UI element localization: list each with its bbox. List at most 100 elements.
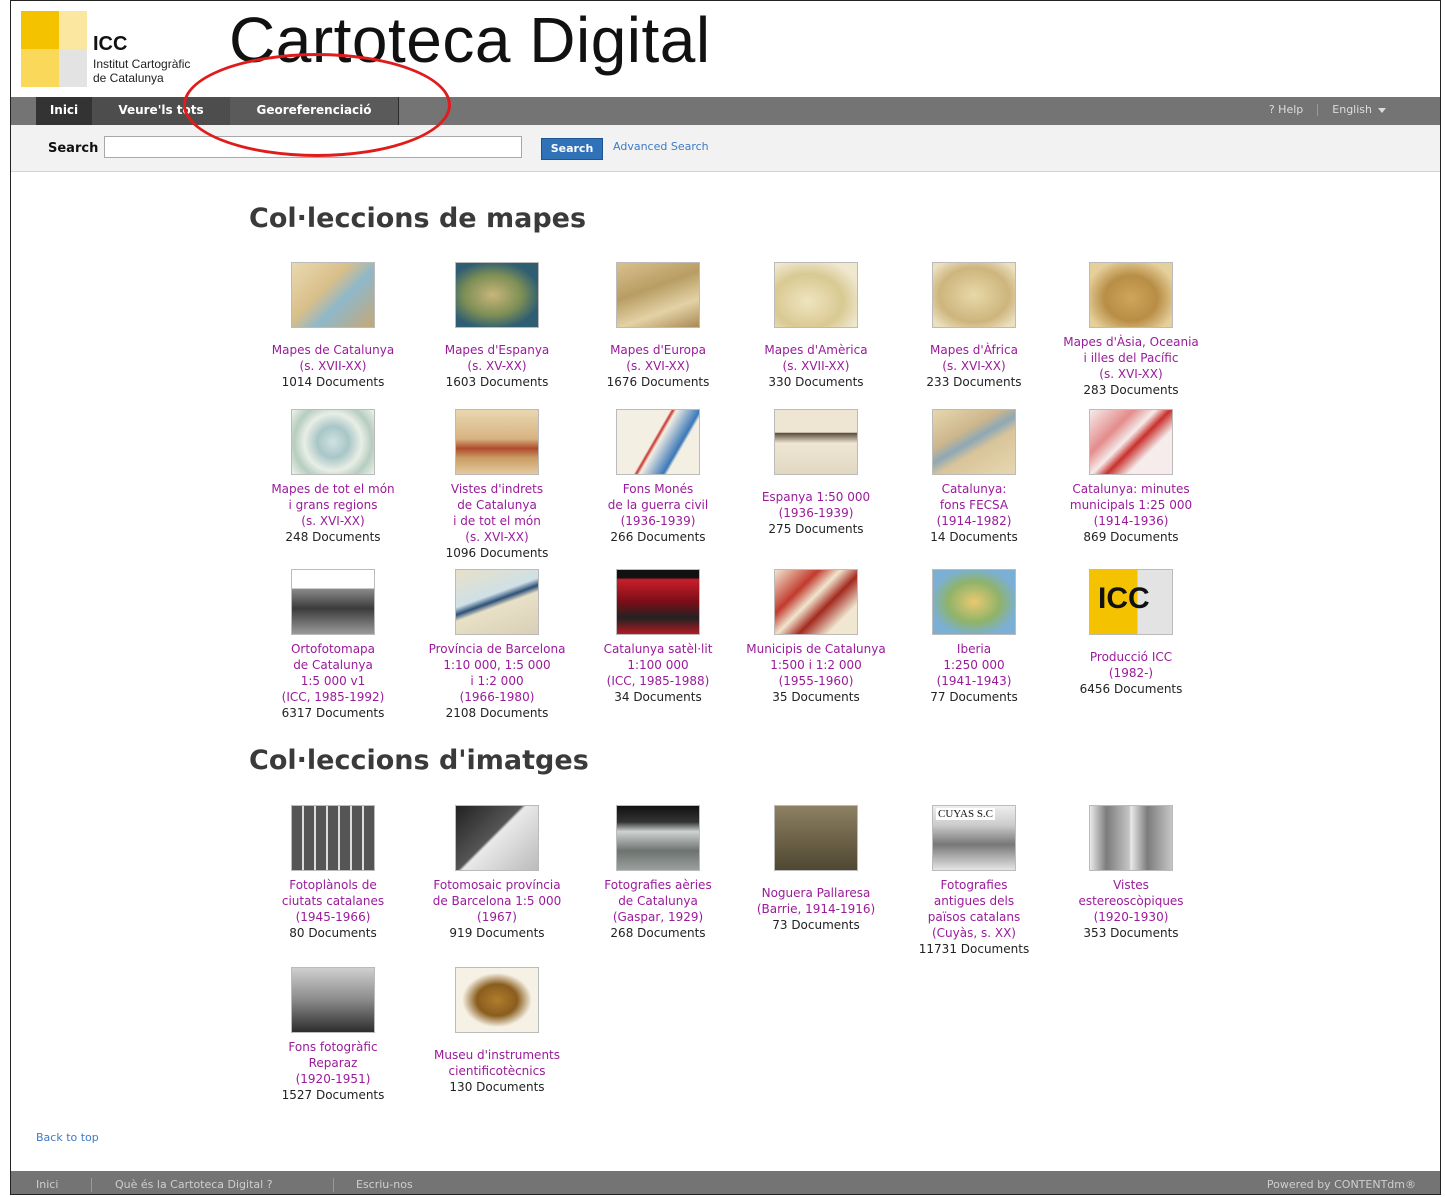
collection-thumbnail[interactable]: ICC xyxy=(1089,569,1173,635)
footer-link-inici[interactable]: Inici xyxy=(36,1171,58,1194)
collection-title-line[interactable]: Museu d'instruments xyxy=(407,1047,587,1063)
collection-title-line[interactable]: (Cuyàs, s. XX) xyxy=(884,925,1064,941)
collection-thumbnail[interactable]: CUYAS S.C xyxy=(932,805,1016,871)
collection-title-line[interactable]: (1914-1936) xyxy=(1041,513,1221,529)
collection-title-line[interactable]: antigues dels xyxy=(884,893,1064,909)
collection-title-line[interactable]: (1967) xyxy=(407,909,587,925)
collection-title-line[interactable]: (1982-) xyxy=(1041,665,1221,681)
collection-title-line[interactable]: ciutats catalanes xyxy=(243,893,423,909)
collection-title-line[interactable]: Producció ICC xyxy=(1041,649,1221,665)
collection-title-line[interactable]: (s. XVI-XX) xyxy=(407,529,587,545)
collection-title-line[interactable]: (1936-1939) xyxy=(568,513,748,529)
collection-title-line[interactable]: Fotoplànols de xyxy=(243,877,423,893)
collection-title-line[interactable]: (Barrie, 1914-1916) xyxy=(726,901,906,917)
search-button[interactable]: Search xyxy=(541,138,603,160)
collection-title-line[interactable]: 1:250 000 xyxy=(884,657,1064,673)
collection-title-line[interactable]: i grans regions xyxy=(243,497,423,513)
collection-title-line[interactable]: Municipis de Catalunya xyxy=(726,641,906,657)
collection-thumbnail[interactable] xyxy=(291,967,375,1033)
collection-thumbnail[interactable] xyxy=(932,262,1016,328)
collection-thumbnail[interactable] xyxy=(455,569,539,635)
collection-thumbnail[interactable] xyxy=(774,409,858,475)
collection-title-line[interactable]: 1:10 000, 1:5 000 xyxy=(407,657,587,673)
tab-inici[interactable]: Inici xyxy=(36,97,92,125)
collection-title-line[interactable]: (1966-1980) xyxy=(407,689,587,705)
collection-title-line[interactable]: Mapes d'Àsia, Oceania xyxy=(1041,334,1221,350)
collection-title-line[interactable]: municipals 1:25 000 xyxy=(1041,497,1221,513)
collection-title-line[interactable]: (1914-1982) xyxy=(884,513,1064,529)
collection-title-line[interactable]: de Catalunya xyxy=(407,497,587,513)
collection-title-line[interactable]: Ortofotomapa xyxy=(243,641,423,657)
collection-title-line[interactable]: i de tot el món xyxy=(407,513,587,529)
collection-thumbnail[interactable] xyxy=(291,409,375,475)
collection-title-line[interactable]: Mapes de tot el món xyxy=(243,481,423,497)
collection-title-line[interactable]: (1955-1960) xyxy=(726,673,906,689)
collection-title-line[interactable]: (1945-1966) xyxy=(243,909,423,925)
collection-thumbnail[interactable] xyxy=(455,409,539,475)
collection-title-line[interactable]: (s. XVI-XX) xyxy=(884,358,1064,374)
collection-title-line[interactable]: (s. XVI-XX) xyxy=(1041,366,1221,382)
footer-link-escriu-nos[interactable]: Escriu-nos xyxy=(356,1171,413,1194)
collection-thumbnail[interactable] xyxy=(616,262,700,328)
back-to-top-link[interactable]: Back to top xyxy=(36,1131,99,1144)
collection-title-line[interactable]: Mapes d'Espanya xyxy=(407,342,587,358)
collection-title-line[interactable]: Mapes de Catalunya xyxy=(243,342,423,358)
collection-title-line[interactable]: Noguera Pallaresa xyxy=(726,885,906,901)
footer-link-que-es[interactable]: Què és la Cartoteca Digital ? xyxy=(115,1171,273,1194)
collection-title-line[interactable]: Iberia xyxy=(884,641,1064,657)
collection-thumbnail[interactable] xyxy=(932,569,1016,635)
collection-title-line[interactable]: Mapes d'Àfrica xyxy=(884,342,1064,358)
language-select[interactable]: English xyxy=(1332,103,1386,116)
collection-thumbnail[interactable] xyxy=(1089,409,1173,475)
tab-georeferenciacio[interactable]: Georeferenciació xyxy=(230,97,399,125)
collection-title-line[interactable]: (s. XV-XX) xyxy=(407,358,587,374)
collection-thumbnail[interactable] xyxy=(1089,805,1173,871)
collection-title-line[interactable]: països catalans xyxy=(884,909,1064,925)
collection-title-line[interactable]: fons FECSA xyxy=(884,497,1064,513)
collection-title-line[interactable]: de Catalunya xyxy=(568,893,748,909)
collection-title-line[interactable]: Fotografies aèries xyxy=(568,877,748,893)
collection-title-line[interactable]: (1936-1939) xyxy=(726,505,906,521)
collection-title-line[interactable]: de la guerra civil xyxy=(568,497,748,513)
collection-title-line[interactable]: (1920-1951) xyxy=(243,1071,423,1087)
collection-title-line[interactable]: Vistes xyxy=(1041,877,1221,893)
collection-title-line[interactable]: Província de Barcelona xyxy=(407,641,587,657)
collection-title-line[interactable]: 1:500 i 1:2 000 xyxy=(726,657,906,673)
collection-thumbnail[interactable] xyxy=(774,262,858,328)
collection-thumbnail[interactable] xyxy=(932,409,1016,475)
collection-title-line[interactable]: Catalunya: xyxy=(884,481,1064,497)
collection-title-line[interactable]: Catalunya satèl·lit xyxy=(568,641,748,657)
collection-thumbnail[interactable] xyxy=(1089,262,1173,328)
collection-thumbnail[interactable] xyxy=(616,805,700,871)
collection-title-line[interactable]: i illes del Pacífic xyxy=(1041,350,1221,366)
collection-title-line[interactable]: estereoscòpiques xyxy=(1041,893,1221,909)
collection-title-line[interactable]: (s. XVI-XX) xyxy=(568,358,748,374)
collection-thumbnail[interactable] xyxy=(291,262,375,328)
collection-title-line[interactable]: Mapes d'Amèrica xyxy=(726,342,906,358)
collection-thumbnail[interactable] xyxy=(455,967,539,1033)
icc-logo[interactable]: ICC Institut Cartogràfic de Catalunya xyxy=(21,11,190,91)
collection-thumbnail[interactable] xyxy=(291,569,375,635)
collection-title-line[interactable]: (1920-1930) xyxy=(1041,909,1221,925)
collection-thumbnail[interactable] xyxy=(291,805,375,871)
collection-title-line[interactable]: (1941-1943) xyxy=(884,673,1064,689)
collection-title-line[interactable]: i 1:2 000 xyxy=(407,673,587,689)
collection-thumbnail[interactable] xyxy=(616,409,700,475)
advanced-search-link[interactable]: Advanced Search xyxy=(613,140,709,153)
collection-title-line[interactable]: Vistes d'indrets xyxy=(407,481,587,497)
collection-title-line[interactable]: (ICC, 1985-1988) xyxy=(568,673,748,689)
collection-title-line[interactable]: Fons fotogràfic xyxy=(243,1039,423,1055)
collection-title-line[interactable]: Fotomosaic província xyxy=(407,877,587,893)
collection-title-line[interactable]: cientificotècnics xyxy=(407,1063,587,1079)
collection-thumbnail[interactable] xyxy=(774,805,858,871)
tab-veure-ls-tots[interactable]: Veure'ls tots xyxy=(92,97,230,125)
collection-title-line[interactable]: Fotografies xyxy=(884,877,1064,893)
collection-title-line[interactable]: (Gaspar, 1929) xyxy=(568,909,748,925)
collection-title-line[interactable]: (ICC, 1985-1992) xyxy=(243,689,423,705)
collection-thumbnail[interactable] xyxy=(774,569,858,635)
collection-thumbnail[interactable] xyxy=(455,805,539,871)
search-input[interactable] xyxy=(104,136,522,158)
collection-title-line[interactable]: (s. XVII-XX) xyxy=(243,358,423,374)
collection-thumbnail[interactable] xyxy=(616,569,700,635)
collection-title-line[interactable]: Reparaz xyxy=(243,1055,423,1071)
